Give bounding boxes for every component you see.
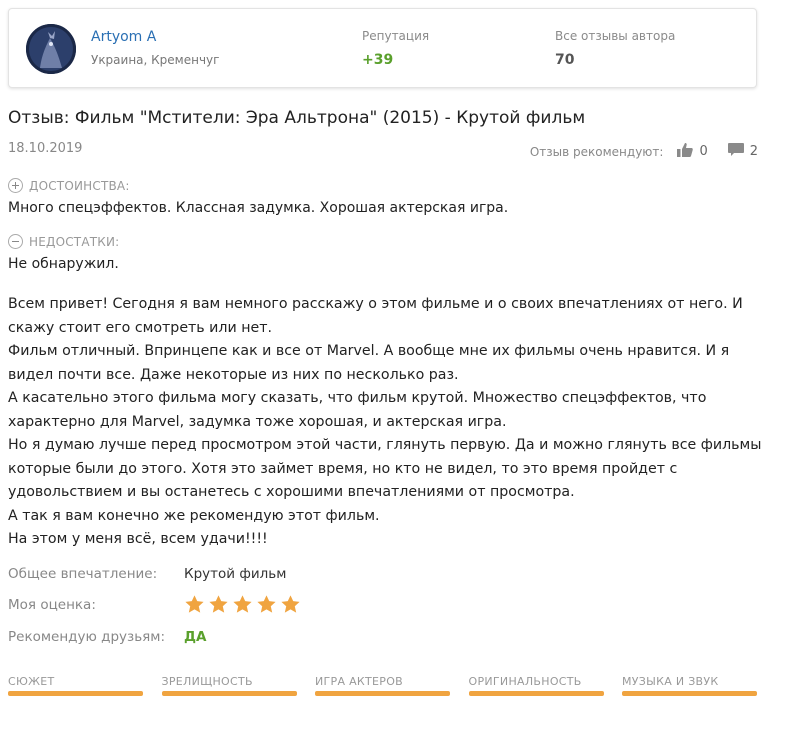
category-bar xyxy=(315,691,450,696)
review-paragraph: А касательно этого фильма могу сказать, … xyxy=(8,390,707,430)
star-icon xyxy=(185,595,204,613)
impression-row: Общее впечатление: Крутой фильм xyxy=(8,566,286,582)
pros-text: Много спецэффектов. Классная задумка. Хо… xyxy=(8,200,509,216)
author-reviews-count[interactable]: 70 xyxy=(555,52,574,68)
reputation-label: Репутация xyxy=(362,29,430,43)
star-icon xyxy=(257,595,276,613)
author-name-link[interactable]: Artyom A xyxy=(91,29,156,45)
pros-label: ДОСТОИНСТВА: xyxy=(29,178,130,193)
category-item: СЮЖЕТ xyxy=(8,675,143,696)
review-date: 18.10.2019 xyxy=(8,141,83,156)
star-icon xyxy=(281,595,300,613)
comments-count: 2 xyxy=(749,144,758,159)
review-paragraph: Всем привет! Сегодня я вам немного расск… xyxy=(8,296,743,336)
recommend-friends-label: Рекомендую друзьям: xyxy=(8,629,166,645)
recommend-label: Отзыв рекомендуют: xyxy=(529,144,664,159)
category-label: МУЗЫКА И ЗВУК xyxy=(622,675,719,688)
reputation-value: +39 xyxy=(362,52,394,68)
plus-circle-icon xyxy=(8,178,23,193)
review-body: Всем привет! Сегодня я вам немного расск… xyxy=(8,293,773,552)
rating-label: Моя оценка: xyxy=(8,596,96,613)
avatar[interactable] xyxy=(26,24,76,74)
category-label: СЮЖЕТ xyxy=(8,675,55,688)
star-icon xyxy=(209,595,228,613)
review-paragraph: Но я думаю лучше перед просмотром этой ч… xyxy=(8,437,762,500)
category-bar xyxy=(468,691,604,696)
star-icon xyxy=(233,595,252,613)
category-bar xyxy=(622,691,757,696)
comment-icon[interactable] xyxy=(727,143,744,160)
category-bar xyxy=(161,691,297,696)
category-ratings: СЮЖЕТ ЗРЕЛИЩНОСТЬ ИГРА АКТЕРОВ ОРИГИНАЛЬ… xyxy=(8,675,757,696)
category-item: ОРИГИНАЛЬНОСТЬ xyxy=(468,675,604,696)
category-item: ИГРА АКТЕРОВ xyxy=(315,675,450,696)
category-label: ОРИГИНАЛЬНОСТЬ xyxy=(468,675,582,688)
review-paragraph: А так я вам конечно же рекомендую этот ф… xyxy=(8,507,380,524)
review-paragraph: Фильм отличный. Впринцепе как и все от M… xyxy=(8,343,730,383)
likes-count: 0 xyxy=(699,144,708,159)
category-label: ИГРА АКТЕРОВ xyxy=(315,675,404,688)
rating-stars xyxy=(184,594,301,615)
review-title: Отзыв: Фильм "Мстители: Эра Альтрона" (2… xyxy=(8,108,586,128)
recommend-friends-row: Рекомендую друзьям: ДА xyxy=(8,629,206,645)
cons-label: НЕДОСТАТКИ: xyxy=(29,234,120,249)
thumbs-up-icon[interactable] xyxy=(677,143,694,160)
review-paragraph: На этом у меня всё, всем удачи!!!! xyxy=(8,531,268,547)
recommend-bar: Отзыв рекомендуют: 0 2 xyxy=(530,143,758,160)
category-item: МУЗЫКА И ЗВУК xyxy=(622,675,757,696)
impression-label: Общее впечатление: xyxy=(8,566,158,582)
category-bar xyxy=(8,691,143,696)
rating-row: Моя оценка: xyxy=(8,594,301,615)
author-reviews-label[interactable]: Все отзывы автора xyxy=(555,29,675,43)
cons-text: Не обнаружил. xyxy=(8,256,119,272)
impression-value: Крутой фильм xyxy=(184,566,287,582)
cons-header: НЕДОСТАТКИ: xyxy=(8,234,119,249)
category-item: ЗРЕЛИЩНОСТЬ xyxy=(161,675,297,696)
pros-header: ДОСТОИНСТВА: xyxy=(8,178,130,193)
author-location: Украина, Кременчуг xyxy=(91,53,220,67)
category-label: ЗРЕЛИЩНОСТЬ xyxy=(161,675,253,688)
recommend-friends-value: ДА xyxy=(184,629,207,645)
minus-circle-icon xyxy=(8,234,23,249)
author-card: Artyom A Украина, Кременчуг Репутация +3… xyxy=(8,8,757,88)
